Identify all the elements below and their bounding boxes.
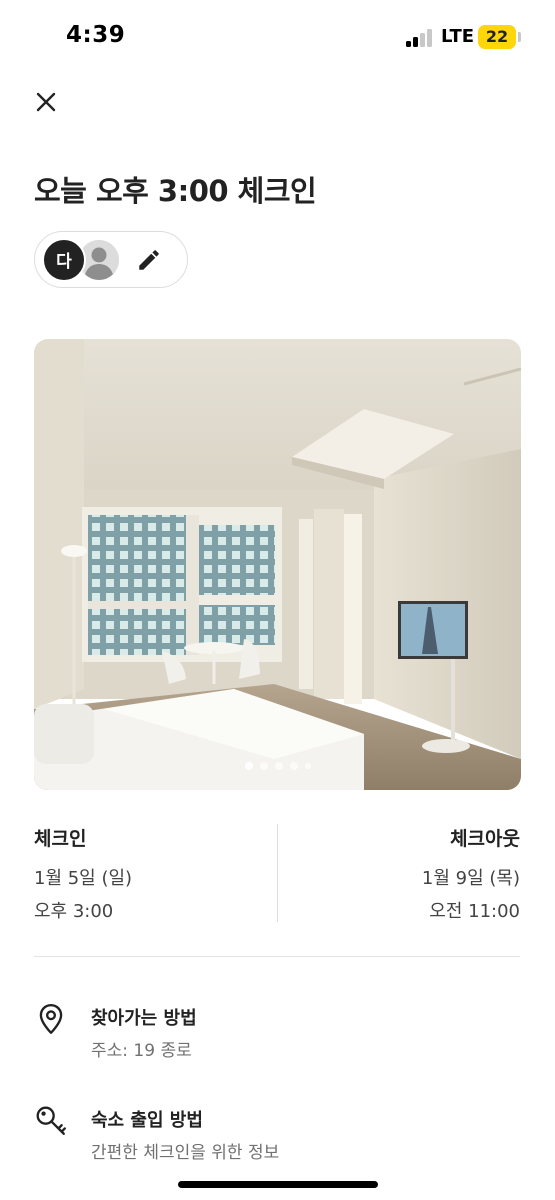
directions-row[interactable]: 찾아가는 방법 주소: 19 종로: [0, 998, 555, 1068]
checkin-label: 체크인: [34, 828, 87, 850]
home-indicator[interactable]: [178, 1181, 378, 1188]
signal-icon: [406, 29, 434, 47]
guests-pill[interactable]: 다: [34, 231, 188, 288]
network-label: LTE: [441, 26, 475, 47]
page-title: 오늘 오후 3:00 체크인: [34, 174, 317, 208]
avatar-initial[interactable]: 다: [42, 238, 86, 282]
close-icon: [36, 92, 56, 112]
carousel-dot[interactable]: [304, 763, 311, 769]
checkout-time: 오전 11:00: [429, 901, 520, 922]
status-time: 4:39: [66, 22, 126, 48]
vertical-divider: [277, 824, 278, 922]
checkout-date: 1월 9일 (목): [421, 868, 520, 889]
room-photo: [34, 339, 521, 790]
battery-icon: 22: [478, 25, 516, 49]
battery-cap: [518, 32, 521, 42]
key-icon: [36, 1106, 66, 1135]
carousel-dot[interactable]: [274, 762, 283, 770]
carousel-dots[interactable]: [34, 762, 521, 770]
status-bar: 4:39 LTE 22: [0, 0, 555, 76]
checkin-date: 1월 5일 (일): [34, 868, 133, 889]
check-in-method-title: 숙소 출입 방법: [91, 1110, 203, 1131]
edit-guests-button[interactable]: [136, 247, 162, 273]
listing-photo[interactable]: [34, 339, 521, 790]
directions-title: 찾아가는 방법: [91, 1008, 197, 1029]
checkin-time: 오후 3:00: [34, 901, 114, 922]
directions-subtitle: 주소: 19 종로: [91, 1041, 192, 1061]
section-divider: [34, 956, 520, 957]
close-button[interactable]: [28, 84, 64, 120]
check-in-method-subtitle: 간편한 체크인을 위한 정보: [91, 1143, 280, 1163]
carousel-dot[interactable]: [244, 762, 253, 770]
carousel-dot[interactable]: [289, 762, 298, 770]
map-pin-icon: [39, 1004, 63, 1034]
check-in-method-row[interactable]: 숙소 출입 방법 간편한 체크인을 위한 정보: [0, 1100, 555, 1170]
carousel-dot[interactable]: [259, 762, 268, 770]
checkout-label: 체크아웃: [450, 828, 520, 850]
pencil-icon: [139, 250, 159, 270]
